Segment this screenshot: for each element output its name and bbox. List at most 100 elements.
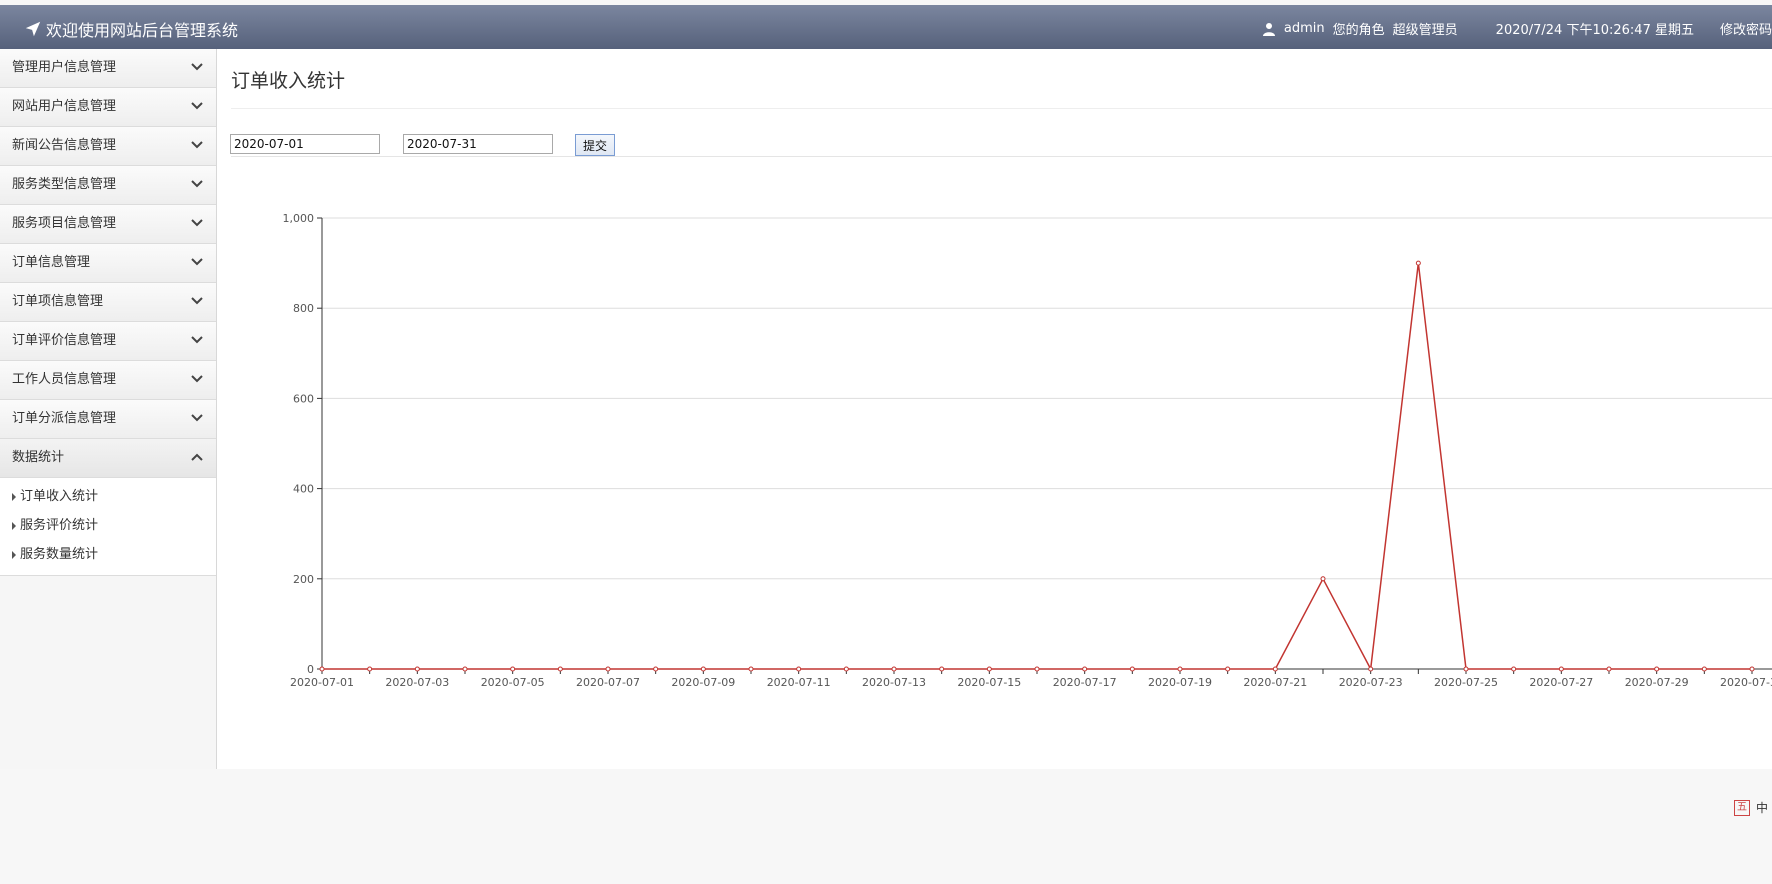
data-point (986, 666, 992, 672)
main-content: 订单收入统计 提交 02004006008001,0002020-07-0120… (217, 49, 1772, 769)
user-info: admin 您的角色 超级管理员 2020/7/24 下午10:26:47 星期… (1262, 19, 1772, 38)
current-datetime: 2020/7/24 下午10:26:47 星期五 (1495, 23, 1694, 38)
sidebar-item-news[interactable]: 新闻公告信息管理 (0, 127, 216, 166)
chevron-down-icon (191, 180, 203, 188)
data-point (319, 666, 325, 672)
submenu-item-label: 订单收入统计 (20, 489, 99, 504)
x-tick-label: 2020-07-09 (671, 676, 735, 689)
username: admin (1283, 21, 1325, 36)
submenu-item-service-count[interactable]: 服务数量统计 (0, 540, 216, 569)
series-line (322, 263, 1752, 672)
data-point (1701, 666, 1707, 672)
y-tick-label: 400 (293, 483, 314, 496)
chevron-down-icon (191, 414, 203, 422)
data-point (939, 666, 945, 672)
x-tick-label: 2020-07-25 (1434, 676, 1498, 689)
x-tick-label: 2020-07-17 (1053, 676, 1117, 689)
data-point (1463, 666, 1469, 672)
caret-right-icon (12, 550, 16, 559)
sidebar-item-label: 订单分派信息管理 (12, 411, 117, 426)
chevron-down-icon (191, 141, 203, 149)
send-icon (25, 21, 41, 37)
data-point (1272, 666, 1278, 672)
x-tick-label: 2020-07-03 (385, 676, 449, 689)
x-tick-label: 2020-07-13 (862, 676, 926, 689)
ime-icon: 五 (1733, 799, 1750, 816)
sidebar-item-label: 服务类型信息管理 (12, 177, 117, 192)
ime-label: 中 (1755, 801, 1768, 815)
data-point (653, 666, 659, 672)
sidebar-item-label: 数据统计 (12, 450, 65, 465)
data-point (510, 666, 516, 672)
y-tick-label: 600 (293, 392, 314, 405)
data-point (1606, 666, 1612, 672)
x-tick-label: 2020-07-29 (1625, 676, 1689, 689)
submenu-item-service-rating[interactable]: 服务评价统计 (0, 511, 216, 540)
submenu-item-order-income[interactable]: 订单收入统计 (0, 482, 216, 511)
data-point (1749, 666, 1755, 672)
chevron-down-icon (191, 375, 203, 383)
chevron-down-icon (191, 336, 203, 344)
ime-indicator[interactable]: 五 中 (1729, 797, 1772, 818)
sidebar-item-service-types[interactable]: 服务类型信息管理 (0, 166, 216, 205)
sidebar-item-admin-users[interactable]: 管理用户信息管理 (0, 49, 216, 88)
chevron-down-icon (191, 219, 203, 227)
data-point (462, 666, 468, 672)
user-icon (1262, 22, 1275, 36)
y-tick-label: 200 (293, 573, 314, 586)
chevron-down-icon (191, 297, 203, 305)
data-point (1129, 666, 1135, 672)
data-point (1558, 666, 1564, 672)
x-tick-label: 2020-07-23 (1339, 676, 1403, 689)
x-tick-label: 2020-07-11 (767, 676, 831, 689)
role-label: 您的角色 (1332, 23, 1385, 38)
data-point (367, 666, 373, 672)
top-header: 欢迎使用网站后台管理系统 admin 您的角色 超级管理员 2020/7/24 … (0, 5, 1772, 49)
data-point (891, 666, 897, 672)
x-tick-label: 2020-07-15 (957, 676, 1021, 689)
sidebar-item-order-items[interactable]: 订单项信息管理 (0, 283, 216, 322)
sidebar: 管理用户信息管理 网站用户信息管理 新闻公告信息管理 服务类型信息管理 服务项目… (0, 49, 217, 769)
x-tick-label: 2020-07-27 (1529, 676, 1593, 689)
data-point (1225, 666, 1231, 672)
data-point (700, 666, 706, 672)
caret-right-icon (12, 492, 16, 501)
brand: 欢迎使用网站后台管理系统 (24, 17, 238, 41)
sidebar-item-statistics[interactable]: 数据统计 (0, 439, 216, 478)
sidebar-menu: 管理用户信息管理 网站用户信息管理 新闻公告信息管理 服务类型信息管理 服务项目… (0, 49, 216, 478)
chevron-up-icon (191, 453, 203, 461)
change-password-link[interactable]: 修改密码 (1720, 19, 1772, 38)
data-point (557, 666, 563, 672)
data-point (1511, 666, 1517, 672)
statistics-submenu: 订单收入统计 服务评价统计 服务数量统计 (0, 478, 216, 576)
data-point (1368, 666, 1374, 672)
x-tick-label: 2020-07-19 (1148, 676, 1212, 689)
sidebar-item-workers[interactable]: 工作人员信息管理 (0, 361, 216, 400)
submenu-item-label: 服务评价统计 (20, 518, 99, 533)
data-point (605, 666, 611, 672)
y-tick-label: 0 (307, 663, 314, 676)
sidebar-item-label: 工作人员信息管理 (12, 372, 117, 387)
x-tick-label: 2020-07-21 (1243, 676, 1307, 689)
chevron-down-icon (191, 258, 203, 266)
income-line-chart: 0 200 400 600 800 1,000 2020-07-01 2020-07-03 20… (283, 212, 1772, 689)
x-tick-label: 2020-07-07 (576, 676, 640, 689)
sidebar-item-site-users[interactable]: 网站用户信息管理 (0, 88, 216, 127)
sidebar-item-orders[interactable]: 订单信息管理 (0, 244, 216, 283)
sidebar-item-label: 新闻公告信息管理 (12, 138, 117, 153)
sidebar-item-label: 管理用户信息管理 (12, 60, 117, 75)
sidebar-item-order-reviews[interactable]: 订单评价信息管理 (0, 322, 216, 361)
sidebar-item-order-dispatch[interactable]: 订单分派信息管理 (0, 400, 216, 439)
sidebar-item-label: 网站用户信息管理 (12, 99, 117, 114)
chevron-down-icon (191, 63, 203, 71)
sidebar-item-service-projects[interactable]: 服务项目信息管理 (0, 205, 216, 244)
data-point (1320, 576, 1326, 582)
sidebar-item-label: 订单评价信息管理 (12, 333, 117, 348)
sidebar-item-label: 服务项目信息管理 (12, 216, 117, 231)
x-tick-label: 2020-07-05 (481, 676, 545, 689)
data-point (1177, 666, 1183, 672)
y-tick-label: 1,000 (283, 212, 315, 225)
sidebar-item-label: 订单信息管理 (12, 255, 91, 270)
chevron-down-icon (191, 102, 203, 110)
data-point (843, 666, 849, 672)
